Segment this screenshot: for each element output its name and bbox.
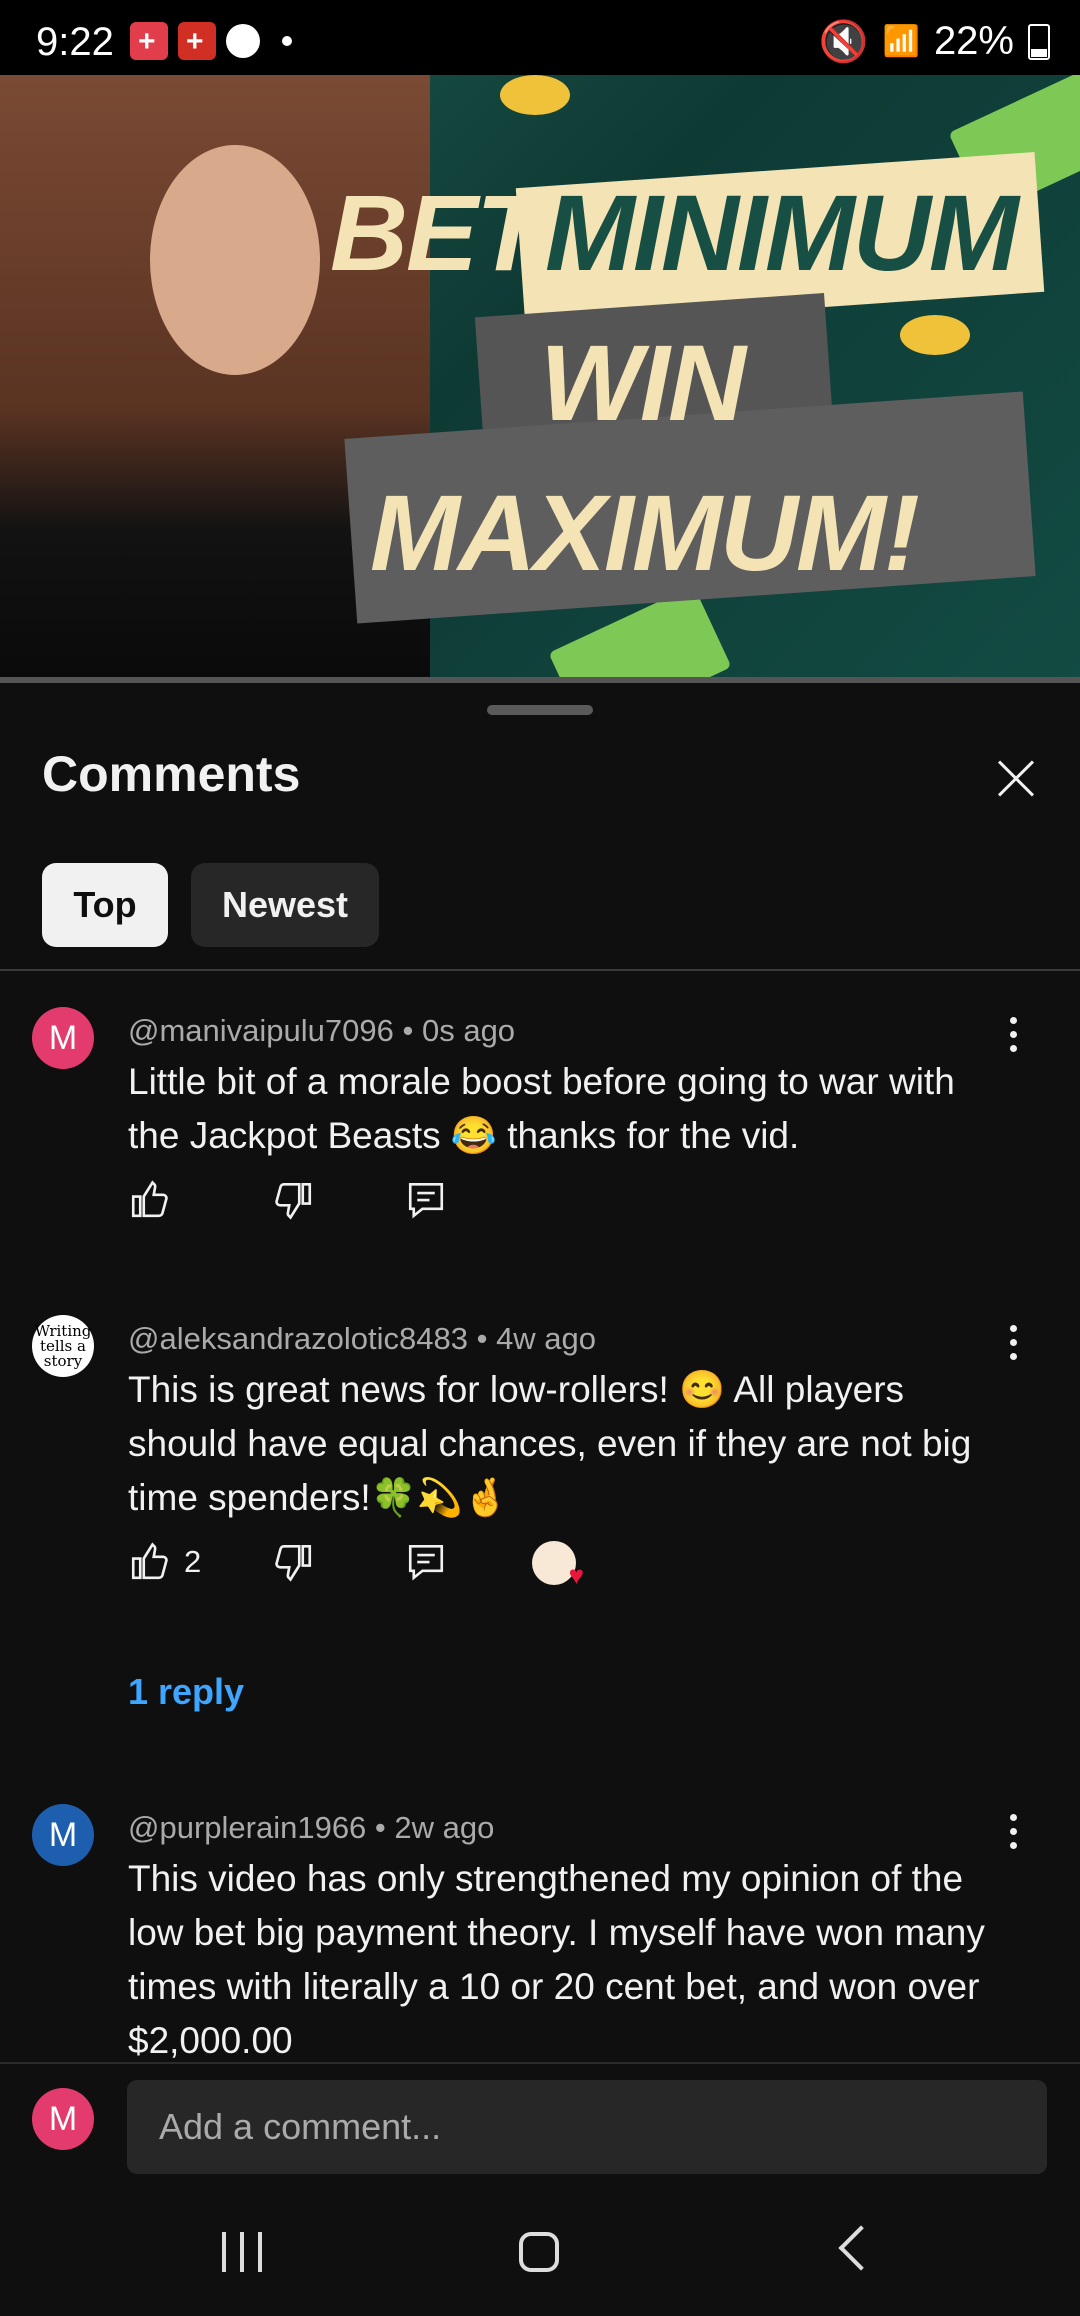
- coin-graphic: [900, 315, 970, 355]
- status-right: 🔇 📶 22%: [819, 18, 1050, 65]
- coin-graphic: [500, 75, 570, 115]
- back-button[interactable]: [825, 2222, 905, 2282]
- comment-compose-bar: M Add a comment...: [0, 2062, 1080, 2174]
- home-icon: [519, 2232, 559, 2272]
- like-count: 2: [184, 1544, 202, 1579]
- thumb-text-bet: BET: [330, 172, 542, 293]
- battery-text: 22%: [933, 19, 1014, 63]
- comment-text: Little bit of a morale boost before goin…: [128, 1061, 955, 1156]
- comment-time: 2w ago: [394, 1810, 495, 1845]
- recents-button[interactable]: [202, 2222, 282, 2282]
- status-time: 9:22: [36, 20, 114, 64]
- comment-meta: @aleksandrazolotic8483 • 4w ago: [128, 1321, 597, 1356]
- reply-button[interactable]: [405, 1175, 447, 1225]
- dislike-button[interactable]: [273, 1175, 315, 1225]
- comment-text: This is great news for low-rollers! 😊 Al…: [128, 1369, 972, 1518]
- more-options-icon[interactable]: [1010, 1017, 1022, 1059]
- reply-icon: [408, 1544, 444, 1581]
- status-bar: 9:22 + + 🔇 📶 22%: [0, 0, 1080, 75]
- avatar[interactable]: Writing tells a story: [32, 1315, 94, 1377]
- wsop-icon: [226, 24, 260, 58]
- like-button[interactable]: [128, 1175, 170, 1225]
- like-button[interactable]: 2: [128, 1537, 201, 1587]
- thumbs-down-icon: [275, 1182, 312, 1220]
- drag-handle[interactable]: [487, 705, 593, 715]
- comment-author[interactable]: @manivaipulu7096: [128, 1013, 394, 1048]
- thumb-text-minimum: MINIMUM: [545, 172, 1019, 293]
- avatar[interactable]: M: [32, 1007, 94, 1069]
- comment-author[interactable]: @purplerain1966: [128, 1810, 366, 1845]
- back-icon: [838, 2225, 884, 2271]
- filter-chip-top[interactable]: Top: [42, 863, 168, 947]
- more-options-icon[interactable]: [1010, 1325, 1022, 1367]
- thumbs-up-icon: [131, 1542, 168, 1580]
- add-comment-input[interactable]: Add a comment...: [127, 2080, 1047, 2174]
- thumb-text-maximum: MAXIMUM!: [370, 472, 920, 593]
- thumbs-up-icon: [131, 1180, 168, 1218]
- more-notifications-dot: [282, 36, 292, 46]
- home-button[interactable]: [503, 2222, 583, 2282]
- comment-text: This video has only strengthened my opin…: [128, 1858, 985, 2061]
- comment-meta: @manivaipulu7096 • 0s ago: [128, 1013, 516, 1048]
- comment-meta: @purplerain1966 • 2w ago: [128, 1810, 495, 1845]
- filter-chip-newest[interactable]: Newest: [191, 863, 379, 947]
- battery-icon: [1028, 23, 1050, 60]
- system-nav-bar: [0, 2184, 1080, 2316]
- thumb-text-win: WIN: [540, 322, 746, 443]
- video-player[interactable]: BET MINIMUM WIN MAXIMUM!: [0, 75, 1080, 683]
- reply-button[interactable]: [405, 1537, 447, 1587]
- comments-sheet: Comments Top Newest M @manivaipulu7096 •…: [0, 683, 1080, 2223]
- view-replies-link[interactable]: 1 reply: [128, 1671, 244, 1713]
- divider: [0, 969, 1080, 971]
- close-icon[interactable]: [996, 759, 1036, 799]
- recents-icon: [222, 2232, 226, 2272]
- comment-time: 4w ago: [496, 1321, 597, 1356]
- comment-author[interactable]: @aleksandrazolotic8483: [128, 1321, 468, 1356]
- avatar[interactable]: M: [32, 1804, 94, 1866]
- heart-icon: ♥: [568, 1560, 584, 1590]
- mute-icon: 🔇: [818, 20, 869, 64]
- comment-time: 0s ago: [421, 1013, 516, 1048]
- wifi-icon: 📶: [882, 25, 920, 58]
- dislike-button[interactable]: [273, 1537, 315, 1587]
- reply-icon: [408, 1182, 444, 1219]
- notification-app-icon: +: [130, 22, 168, 60]
- more-options-icon[interactable]: [1010, 1814, 1022, 1856]
- presenter-face: [150, 145, 320, 375]
- creator-heart-avatar: ♥: [532, 1541, 584, 1590]
- current-user-avatar: M: [32, 2088, 94, 2150]
- thumbs-down-icon: [275, 1544, 312, 1582]
- notification-app-icon: +: [178, 22, 216, 60]
- sheet-title: Comments: [42, 746, 301, 802]
